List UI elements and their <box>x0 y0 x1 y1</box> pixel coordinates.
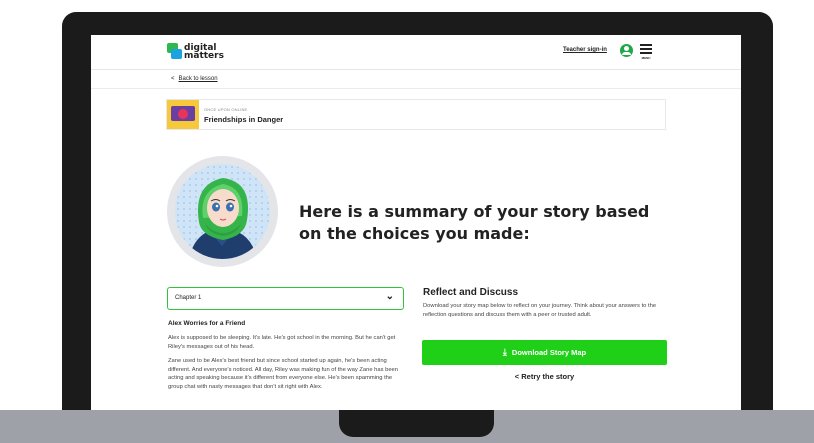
reflect-heading: Reflect and Discuss <box>423 287 519 298</box>
teacher-signin-link[interactable]: Teacher sign-in <box>563 47 607 53</box>
site-logo[interactable]: digital matters <box>167 43 224 60</box>
chevron-down-icon: ⌄ <box>385 291 394 302</box>
chapter-select[interactable]: Chapter 1 ⌄ <box>167 287 404 310</box>
menu-label: MENU <box>641 56 651 60</box>
screen: digital matters Teacher sign-in MENU < Ba… <box>91 35 741 410</box>
lesson-kicker: ONCE UPON ONLINE <box>204 107 248 112</box>
retry-story-link[interactable]: < Retry the story <box>422 372 667 381</box>
lesson-thumbnail <box>167 100 199 129</box>
chevron-left-icon: < <box>514 372 520 381</box>
download-button-label: Download Story Map <box>511 348 587 357</box>
back-to-lesson-link[interactable]: < Back to lesson <box>171 76 218 82</box>
chevron-left-icon: < <box>171 76 175 82</box>
laptop-mockup: digital matters Teacher sign-in MENU < Ba… <box>0 0 814 443</box>
story-paragraph: Alex is supposed to be sleeping. It's la… <box>168 335 396 350</box>
story-paragraph: Zane used to be Alex's best friend but s… <box>168 358 399 390</box>
laptop-notch <box>339 410 494 437</box>
character-avatar <box>167 156 278 267</box>
retry-label: Retry the story <box>521 372 575 381</box>
reflect-text: Download your story map below to reflect… <box>423 303 657 318</box>
divider <box>91 88 741 89</box>
download-icon: ⤓ <box>502 347 507 357</box>
character-illustration <box>175 164 270 259</box>
user-circle-icon[interactable] <box>620 44 633 57</box>
lesson-title: Friendships in Danger <box>204 115 284 124</box>
summary-headline: Here is a summary of your story based on… <box>299 202 650 243</box>
logo-line-2: matters <box>184 50 224 61</box>
lesson-card[interactable]: ONCE UPON ONLINE Friendships in Danger <box>166 99 666 130</box>
menu-button[interactable]: MENU <box>640 44 652 60</box>
chapter-select-value: Chapter 1 <box>175 295 202 301</box>
back-to-lesson-label: Back to lesson <box>178 76 218 82</box>
chapter-title: Alex Worries for a Friend <box>168 320 246 327</box>
logo-icon <box>167 43 182 60</box>
hamburger-menu-icon <box>640 44 652 54</box>
download-story-map-button[interactable]: ⤓ Download Story Map <box>422 340 667 365</box>
logo-text: digital matters <box>184 43 224 61</box>
site-header: digital matters Teacher sign-in MENU <box>91 35 741 70</box>
